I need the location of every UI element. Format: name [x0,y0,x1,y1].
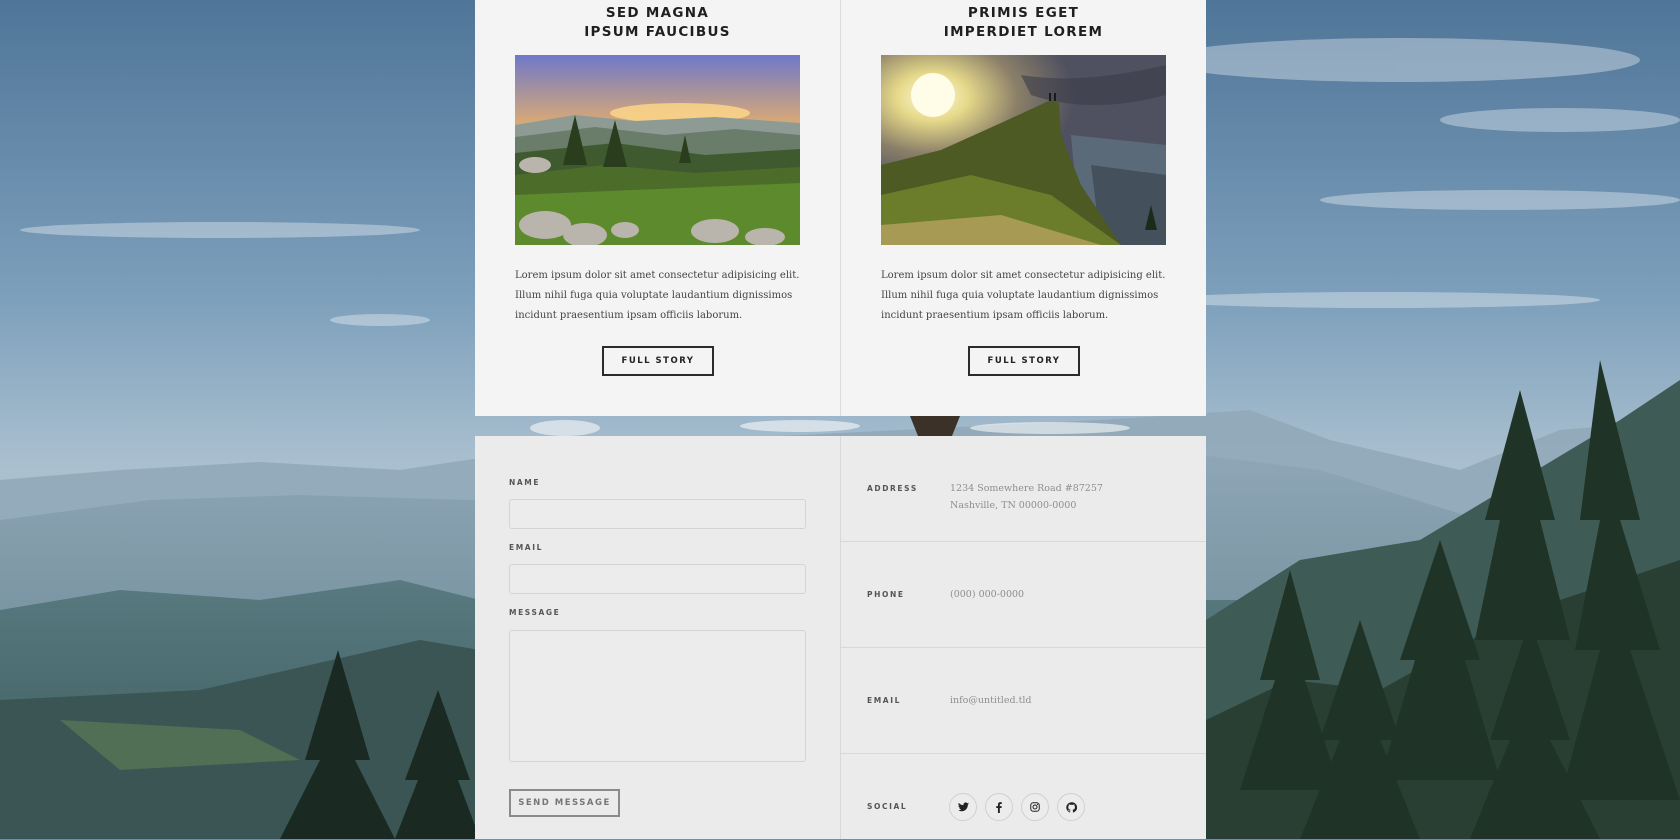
email-row: EMAIL info@untitled.tld [841,647,1206,753]
name-field[interactable] [509,499,806,529]
full-story-button[interactable]: FULL STORY [968,346,1080,376]
message-field[interactable] [509,630,806,762]
contact-info: ADDRESS 1234 Somewhere Road #87257 Nashv… [840,436,1206,839]
post-title-line: IMPERDIET LOREM [943,23,1104,40]
github-icon[interactable] [1057,793,1085,821]
name-label: NAME [509,478,541,487]
phone-row: PHONE (000) 000-0000 [841,541,1206,647]
facebook-icon[interactable] [985,793,1013,821]
post-card: PRIMIS EGET IMPERDIET LOREM Lorem ipsum … [840,0,1206,416]
social-label: SOCIAL [867,802,908,811]
phone-label: PHONE [867,590,905,599]
phone-value[interactable]: (000) 000-0000 [950,586,1024,603]
post-title-line: IPSUM FAUCIBUS [584,23,731,40]
email-field[interactable] [509,564,806,594]
send-message-button[interactable]: SEND MESSAGE [509,789,620,817]
posts-section: SED MAGNA IPSUM FAUCIBUS Lorem ipsum dol… [475,0,1206,416]
address-line: Nashville, TN 00000-0000 [950,500,1077,511]
address-label: ADDRESS [867,484,918,493]
message-label: MESSAGE [509,608,561,617]
post-title-line: SED MAGNA [605,5,710,21]
contact-footer: NAME EMAIL MESSAGE SEND MESSAGE ADDRESS … [475,436,1206,839]
sunset-mountain-landscape-image[interactable] [515,55,800,245]
social-row: SOCIAL [841,753,1206,840]
post-excerpt: Lorem ipsum dolor sit amet consectetur a… [515,270,800,321]
post-excerpt: Lorem ipsum dolor sit amet consectetur a… [881,270,1166,321]
post-card: SED MAGNA IPSUM FAUCIBUS Lorem ipsum dol… [475,0,840,416]
social-icons [949,793,1085,821]
instagram-icon[interactable] [1021,793,1049,821]
contact-form: NAME EMAIL MESSAGE SEND MESSAGE [475,436,840,839]
email-info-label: EMAIL [867,696,901,705]
post-title: SED MAGNA IPSUM FAUCIBUS [475,4,840,41]
cliff-sunrise-landscape-image[interactable] [881,55,1166,245]
address-row: ADDRESS 1234 Somewhere Road #87257 Nashv… [841,436,1206,541]
post-title-line: PRIMIS EGET [967,5,1080,21]
address-value: 1234 Somewhere Road #87257 Nashville, TN… [950,480,1103,514]
email-value[interactable]: info@untitled.tld [950,692,1032,709]
address-line: 1234 Somewhere Road #87257 [950,483,1103,494]
twitter-icon[interactable] [949,793,977,821]
post-title: PRIMIS EGET IMPERDIET LOREM [841,4,1206,41]
full-story-button[interactable]: FULL STORY [602,346,714,376]
email-label: EMAIL [509,543,543,552]
